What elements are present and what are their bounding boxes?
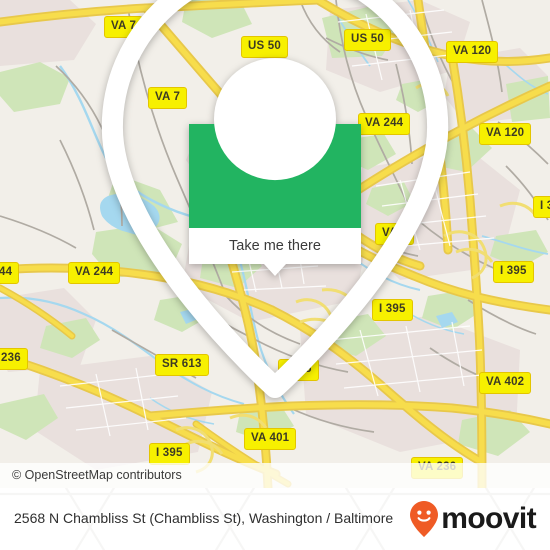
popup-header bbox=[101, 0, 449, 399]
location-popup-card[interactable]: Take me there bbox=[101, 0, 449, 399]
map-attribution[interactable]: © OpenStreetMap contributors bbox=[0, 463, 550, 488]
popup-action-bar[interactable]: Take me there bbox=[189, 228, 361, 276]
moovit-pin-icon bbox=[410, 501, 439, 537]
map-canvas[interactable]: VA 7US 50US 50VA 120VA 7VA 244VA 120I 3V… bbox=[0, 0, 550, 488]
road-shield: VA 401 bbox=[244, 428, 297, 450]
popup-pointer bbox=[264, 264, 286, 276]
map-screenshot: VA 7US 50US 50VA 120VA 7VA 244VA 120I 3V… bbox=[0, 0, 550, 550]
moovit-wordmark: moovit bbox=[441, 502, 536, 535]
footer-bar: 2568 N Chambliss St (Chambliss St), Wash… bbox=[0, 488, 550, 550]
page-title: 2568 N Chambliss St (Chambliss St), Wash… bbox=[14, 510, 394, 527]
take-me-there-button[interactable]: Take me there bbox=[229, 238, 321, 254]
map-pin-icon bbox=[0, 0, 550, 420]
moovit-brand-logo[interactable]: moovit bbox=[409, 500, 550, 538]
road-shield: I 395 bbox=[149, 443, 190, 465]
